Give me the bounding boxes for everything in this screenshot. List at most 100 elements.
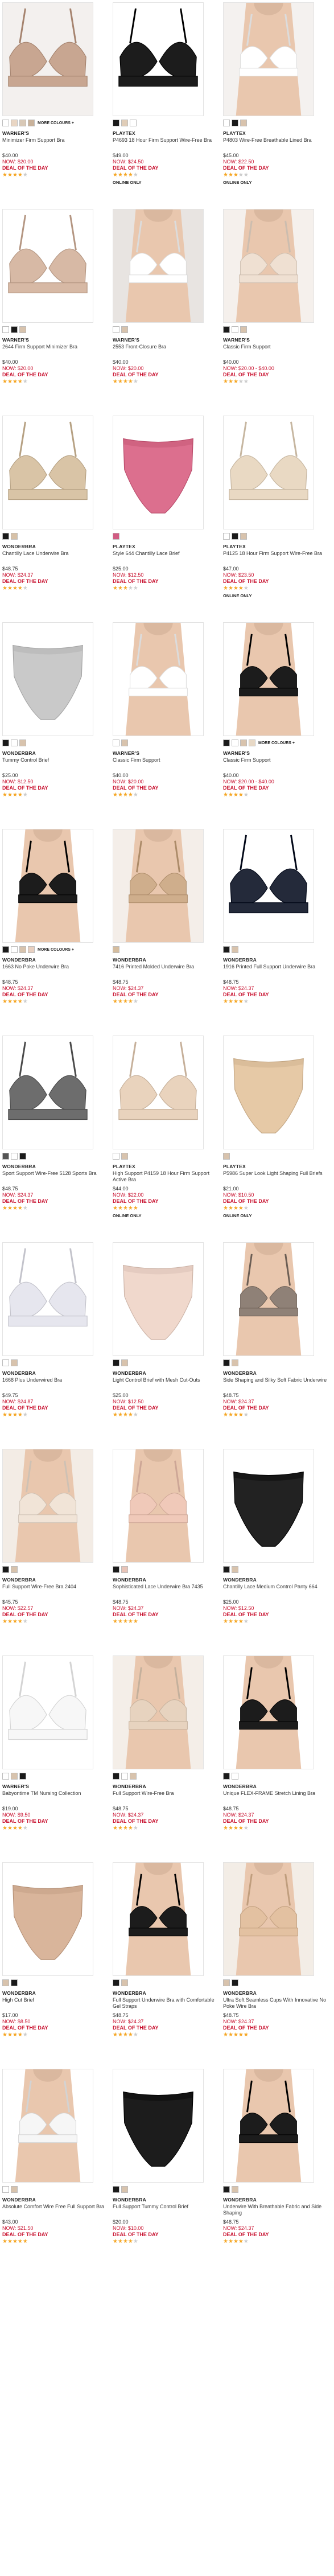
product-name-link[interactable]: Light Control Brief with Mesh Cut-Outs [113,1377,217,1390]
colour-swatch[interactable] [19,739,26,746]
product-image[interactable] [113,1449,204,1563]
product-card[interactable]: PLAYTEX Style 644 Chantilly Lace Brief $25… [113,414,217,621]
product-name-link[interactable]: P4803 Wire-Free Breathable Lined Bra [223,137,328,150]
colour-swatch[interactable] [130,1773,137,1780]
colour-swatch[interactable] [2,946,9,953]
product-name-link[interactable]: High Cut Brief [2,1997,107,2010]
product-image[interactable] [223,209,314,323]
colour-swatch[interactable] [2,1153,9,1160]
product-image[interactable] [113,416,204,529]
colour-swatch[interactable] [232,120,238,126]
colour-swatch[interactable] [232,1566,238,1573]
colour-swatch[interactable] [232,1979,238,1986]
colour-swatch[interactable] [11,1773,18,1780]
product-name-link[interactable]: P4125 18 Hour Firm Support Wire-Free Bra [223,550,328,563]
product-image[interactable] [223,1655,314,1769]
product-name-link[interactable]: 2553 Front-Closure Bra [113,344,217,356]
colour-swatch[interactable] [223,1566,230,1573]
colour-swatch[interactable] [2,2186,9,2193]
product-card[interactable]: WARNER'S 2644 Firm Support Minimizer Bra $… [2,208,107,414]
colour-swatch[interactable] [2,1359,9,1366]
colour-swatch[interactable] [2,533,9,540]
product-card[interactable]: WONDERBRA Unique FLEX-FRAME Stretch Linin… [223,1654,328,1861]
product-name-link[interactable]: Sport Support Wire-Free 5128 Sports Bra [2,1170,107,1183]
product-card[interactable]: WONDERBRA 7416 Printed Molded Underwire B… [113,828,217,1034]
colour-swatch[interactable] [232,739,238,746]
product-card[interactable]: WONDERBRA 1668 Plus Underwired Bra $49.75 N… [2,1241,107,1448]
product-image[interactable] [223,1036,314,1149]
product-image[interactable] [223,416,314,529]
product-image[interactable] [2,829,93,943]
product-card[interactable]: WARNER'S Classic Firm Support $40.00 NOW: $… [223,208,328,414]
colour-swatch[interactable] [240,533,247,540]
product-card[interactable]: MORE COLOURS + WARNER'S Classic Firm Suppo… [223,621,328,828]
colour-swatch[interactable] [2,120,9,126]
product-card[interactable]: WONDERBRA Absolute Comfort Wire Free Full… [2,2068,107,2274]
colour-swatch[interactable] [19,946,26,953]
colour-swatch[interactable] [240,326,247,333]
colour-swatch[interactable] [11,326,18,333]
colour-swatch[interactable] [223,946,230,953]
colour-swatch[interactable] [28,946,35,953]
product-card[interactable]: MORE COLOURS + WARNER'S Minimizer Firm Sup… [2,1,107,208]
product-name-link[interactable]: Full Support Wire-Free Bra [113,1790,217,1803]
colour-swatch[interactable] [11,946,18,953]
product-name-link[interactable]: Unique FLEX-FRAME Stretch Lining Bra [223,1790,328,1803]
colour-swatch[interactable] [11,1979,18,1986]
product-image[interactable] [113,622,204,736]
product-image[interactable] [113,829,204,943]
product-image[interactable] [223,1242,314,1356]
product-name-link[interactable]: Underwire With Breathable Fabric and Sid… [223,2204,328,2216]
colour-swatch[interactable] [240,739,247,746]
product-card[interactable]: WONDERBRA Ultra Soft Seamless Cups With I… [223,1861,328,2068]
colour-swatch[interactable] [121,2186,128,2193]
product-name-link[interactable]: Classic Firm Support [113,757,217,770]
colour-swatch[interactable] [121,1979,128,1986]
colour-swatch[interactable] [11,2186,18,2193]
colour-swatch[interactable] [121,120,128,126]
product-name-link[interactable]: High Support P4159 18 Hour Firm Support … [113,1170,217,1183]
colour-swatch[interactable] [232,326,238,333]
product-image[interactable] [223,1862,314,1976]
product-image[interactable] [223,2,314,116]
colour-swatch[interactable] [232,1773,238,1780]
product-card[interactable]: WARNER'S 2553 Front-Closure Bra $40.00 NOW:… [113,208,217,414]
product-image[interactable] [223,829,314,943]
product-name-link[interactable]: 1663 No Poke Underwire Bra [2,964,107,976]
colour-swatch[interactable] [223,1773,230,1780]
product-image[interactable] [113,209,204,323]
product-image[interactable] [2,1242,93,1356]
colour-swatch[interactable] [19,1773,26,1780]
colour-swatch[interactable] [223,326,230,333]
colour-swatch[interactable] [11,120,18,126]
more-colours-link[interactable]: MORE COLOURS + [258,741,295,745]
product-image[interactable] [2,2069,93,2183]
colour-swatch[interactable] [223,1359,230,1366]
product-name-link[interactable]: Minimizer Firm Support Bra [2,137,107,150]
product-image[interactable] [113,1036,204,1149]
colour-swatch[interactable] [19,120,26,126]
product-image[interactable] [113,2069,204,2183]
product-image[interactable] [2,1862,93,1976]
colour-swatch[interactable] [113,1773,119,1780]
product-image[interactable] [113,1862,204,1976]
product-image[interactable] [2,1449,93,1563]
colour-swatch[interactable] [121,1359,128,1366]
product-card[interactable]: WONDERBRA Full Support Tummy Control Brie… [113,2068,217,2274]
product-image[interactable] [2,1655,93,1769]
product-image[interactable] [113,1242,204,1356]
product-name-link[interactable]: Side Shaping and Silky Soft Fabric Under… [223,1377,328,1390]
product-card[interactable]: WARNER'S Classic Firm Support $40.00 NOW: $… [113,621,217,828]
colour-swatch[interactable] [232,1359,238,1366]
colour-swatch[interactable] [113,1359,119,1366]
product-name-link[interactable]: 1668 Plus Underwired Bra [2,1377,107,1390]
product-name-link[interactable]: P4693 18 Hour Firm Support Wire-Free Bra [113,137,217,150]
product-card[interactable]: PLAYTEX P5986 Super Look Light Shaping Fu… [223,1034,328,1241]
colour-swatch[interactable] [121,1153,128,1160]
product-name-link[interactable]: Classic Firm Support [223,344,328,356]
colour-swatch[interactable] [28,120,35,126]
product-image[interactable] [2,2,93,116]
colour-swatch[interactable] [113,120,119,126]
product-card[interactable]: WARNER'S Babyontime TM Nursing Collection… [2,1654,107,1861]
product-card[interactable]: WONDERBRA Full Support Wire-Free Bra $48.7… [113,1654,217,1861]
